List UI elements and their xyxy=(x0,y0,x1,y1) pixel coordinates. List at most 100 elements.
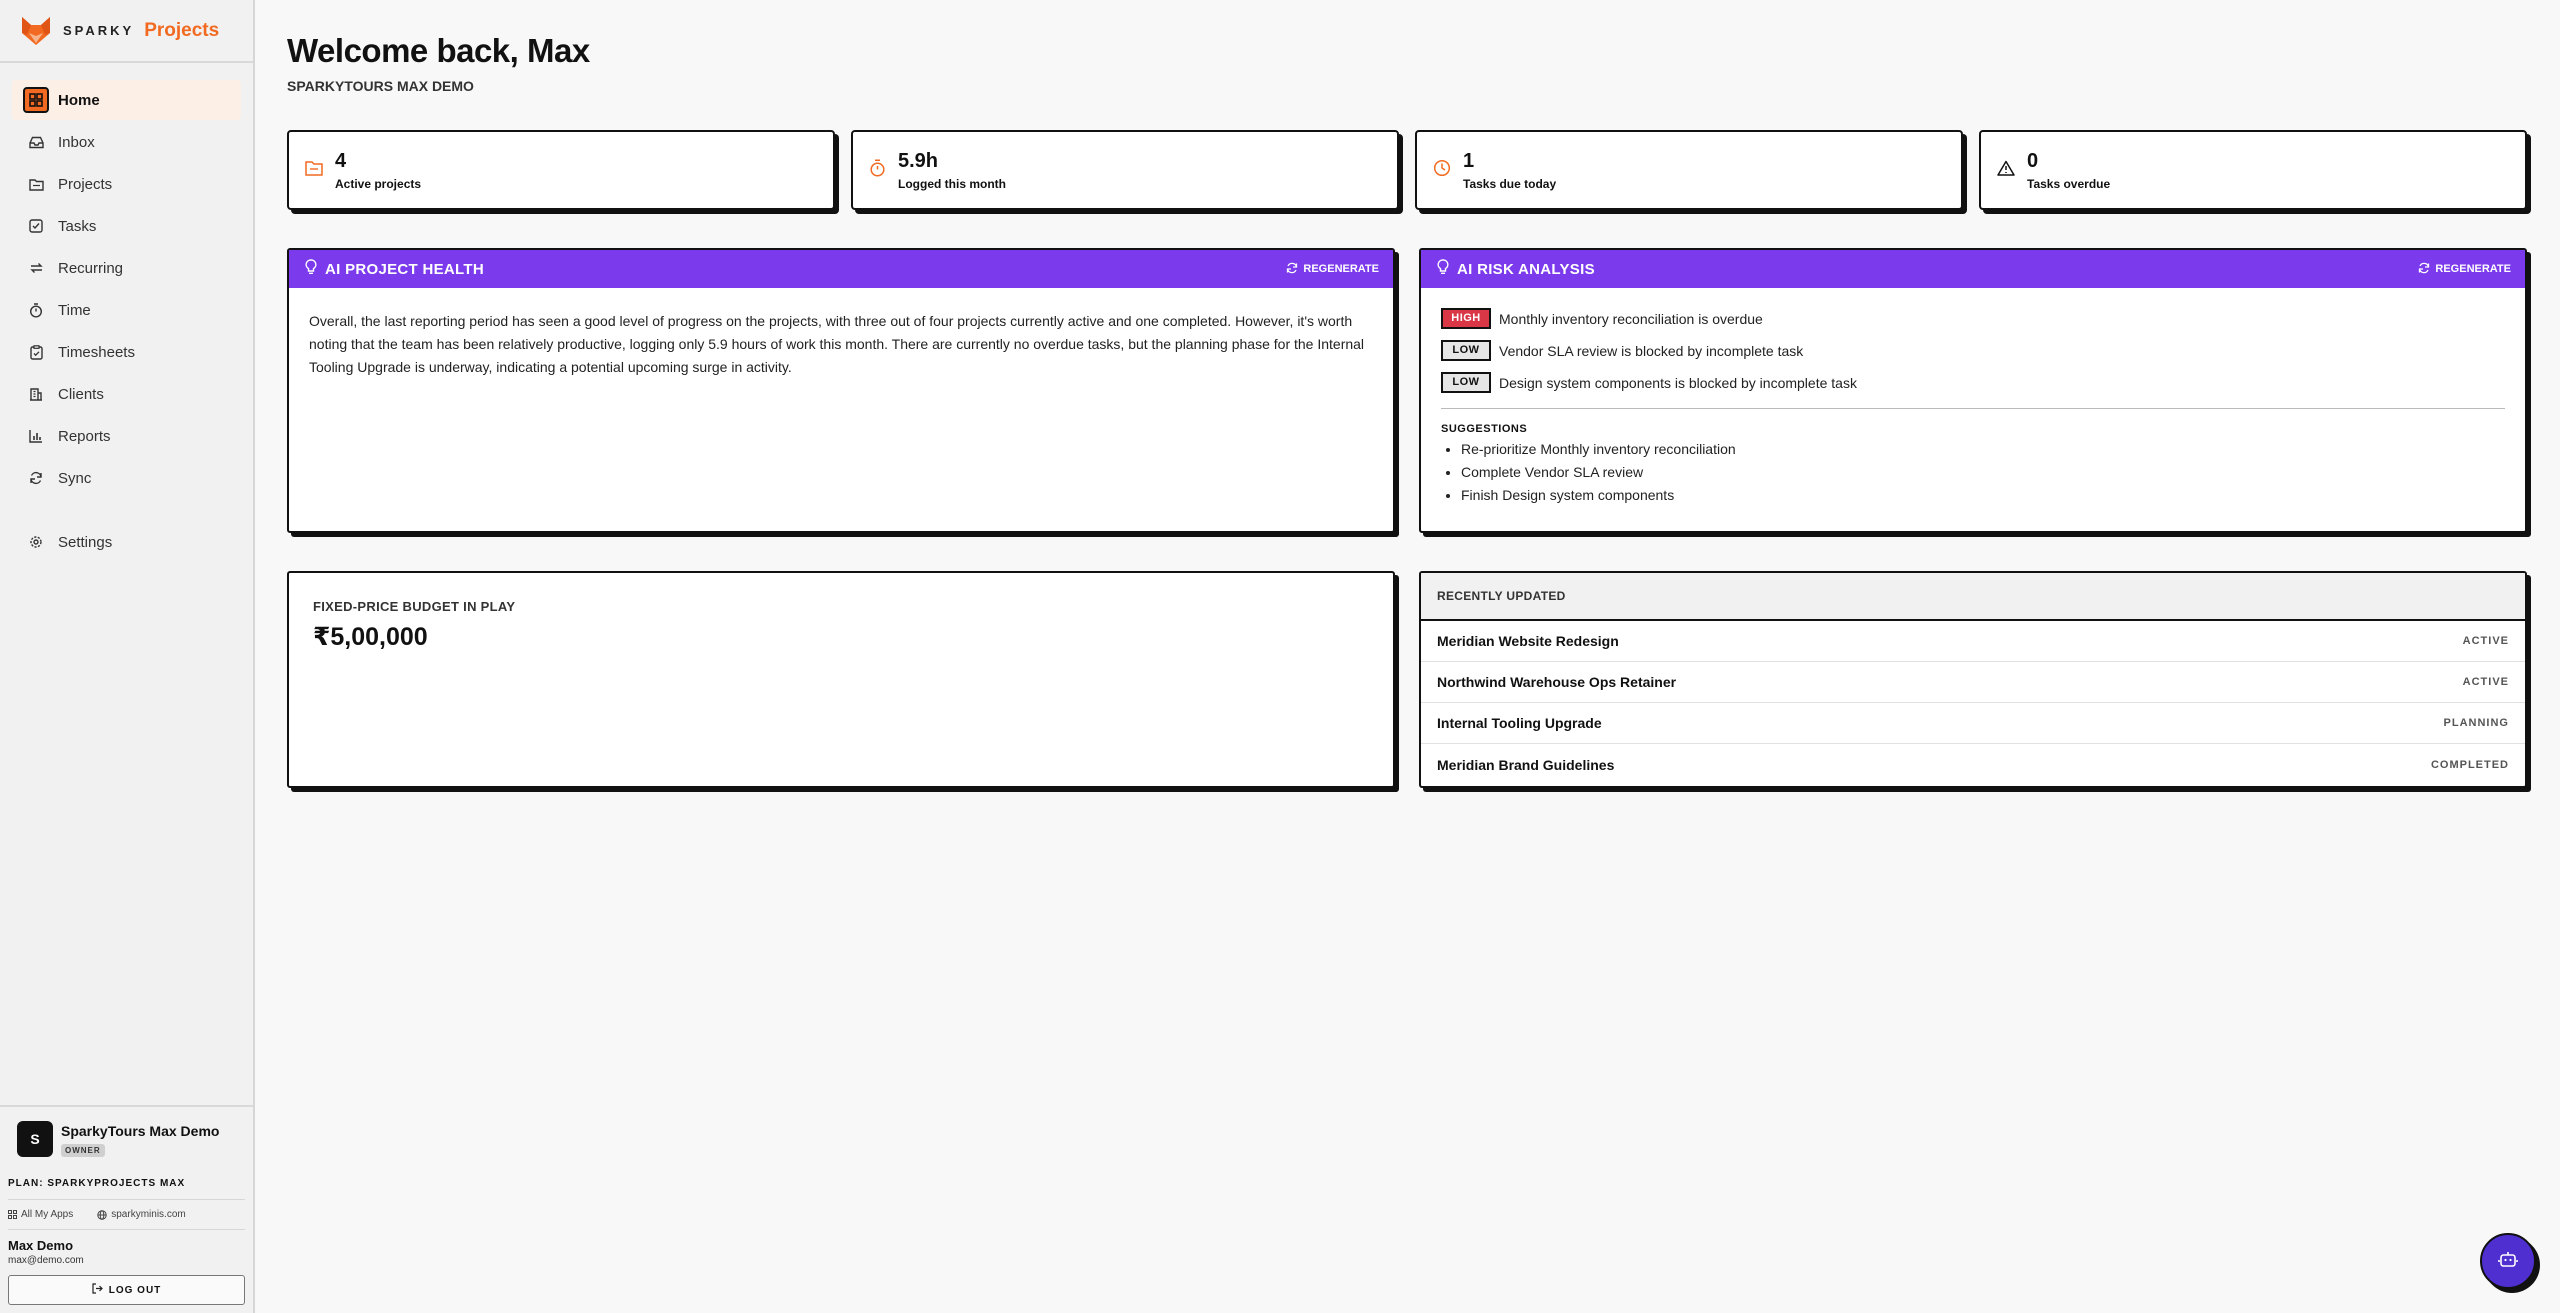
nav-label: Time xyxy=(58,301,91,319)
role-badge: OWNER xyxy=(61,1144,105,1157)
brand-product: Projects xyxy=(144,19,220,41)
stat-cards: 4 Active projects 5.9h Logged this month… xyxy=(287,130,2527,210)
project-status: ACTIVE xyxy=(2462,635,2509,647)
sparky-fox-logo-icon xyxy=(22,16,50,45)
budget-card: FIXED-PRICE BUDGET IN PLAY ₹5,00,000 xyxy=(287,571,1395,788)
budget-value: ₹5,00,000 xyxy=(313,623,428,651)
risk-text: Design system components is blocked by i… xyxy=(1499,374,1857,391)
all-apps-link[interactable]: All My Apps xyxy=(8,1209,85,1220)
nav-item-clients[interactable]: Clients xyxy=(12,374,241,414)
grid-icon xyxy=(8,1210,17,1219)
project-row[interactable]: Meridian Brand Guidelines COMPLETED xyxy=(1421,744,2525,785)
building-icon xyxy=(28,386,44,402)
suggestion-item: Finish Design system components xyxy=(1461,487,2505,503)
risk-body: HIGH Monthly inventory reconciliation is… xyxy=(1421,288,2525,530)
panel-title: AI PROJECT HEALTH xyxy=(325,260,484,278)
org-switcher[interactable]: S SparkyTours Max Demo OWNER xyxy=(8,1121,245,1158)
nav-item-sync[interactable]: Sync xyxy=(12,458,241,498)
project-name: Meridian Website Redesign xyxy=(1437,633,1619,649)
stat-card-logged-hours: 5.9h Logged this month xyxy=(851,130,1399,210)
suggestion-item: Re-prioritize Monthly inventory reconcil… xyxy=(1461,441,2505,457)
brand-name: SPARKY xyxy=(63,23,135,38)
nav-label: Settings xyxy=(58,533,113,551)
bar-chart-icon xyxy=(28,428,44,444)
nav-label: Recurring xyxy=(58,259,124,277)
nav-item-time[interactable]: Time xyxy=(12,290,241,330)
plan-label: PLAN: SPARKYPROJECTS MAX xyxy=(8,1178,245,1200)
stat-card-overdue: 0 Tasks overdue xyxy=(1979,130,2527,210)
stat-value: 4 xyxy=(335,149,347,172)
panel-title: AI RISK ANALYSIS xyxy=(1457,260,1595,278)
nav-item-reports[interactable]: Reports xyxy=(12,416,241,456)
stat-label: Active projects xyxy=(335,176,422,191)
ai-project-health-panel: AI PROJECT HEALTH REGENERATE Overall, th… xyxy=(287,248,1395,533)
main-nav: Home Inbox Projects Tasks Recurring Time… xyxy=(0,63,253,562)
nav-label: Inbox xyxy=(58,133,95,151)
user-name: Max Demo xyxy=(8,1238,74,1253)
nav-item-tasks[interactable]: Tasks xyxy=(12,206,241,246)
main-content: Welcome back, Max SPARKYTOURS MAX DEMO 4… xyxy=(287,0,2527,788)
recently-updated-panel: RECENTLY UPDATED Meridian Website Redesi… xyxy=(1419,571,2527,788)
nav-label: Tasks xyxy=(58,217,97,235)
repeat-icon xyxy=(28,260,44,276)
nav-item-recurring[interactable]: Recurring xyxy=(12,248,241,288)
avatar: S xyxy=(17,1121,53,1157)
footer-links: All My Apps sparkyminis.com xyxy=(8,1200,245,1230)
clock-icon xyxy=(1433,159,1451,182)
nav-label: Sync xyxy=(58,469,92,487)
logout-button[interactable]: LOG OUT xyxy=(8,1275,245,1305)
site-label: sparkyminis.com xyxy=(111,1209,186,1220)
folder-icon xyxy=(28,176,44,192)
stopwatch-icon xyxy=(869,158,886,182)
ai-risk-analysis-panel: AI RISK ANALYSIS REGENERATE HIGH Monthly… xyxy=(1419,248,2527,533)
clipboard-icon xyxy=(28,344,44,360)
risk-level-badge: LOW xyxy=(1441,372,1491,393)
project-name: Northwind Warehouse Ops Retainer xyxy=(1437,674,1677,690)
checkbox-icon xyxy=(28,218,44,234)
globe-icon xyxy=(97,1209,107,1220)
folder-icon xyxy=(305,160,323,181)
regenerate-label: REGENERATE xyxy=(1303,263,1379,275)
risk-item: LOW Design system components is blocked … xyxy=(1441,372,2505,393)
project-row[interactable]: Internal Tooling Upgrade PLANNING xyxy=(1421,703,2525,744)
page-title: Welcome back, Max xyxy=(287,32,590,69)
risk-text: Vendor SLA review is blocked by incomple… xyxy=(1499,342,1804,359)
site-link[interactable]: sparkyminis.com xyxy=(97,1209,197,1220)
gear-icon xyxy=(28,534,44,550)
nav-item-settings[interactable]: Settings xyxy=(12,522,241,562)
regenerate-button[interactable]: REGENERATE xyxy=(2418,262,2511,277)
nav-label: Projects xyxy=(58,175,113,193)
budget-label: FIXED-PRICE BUDGET IN PLAY xyxy=(313,599,516,614)
warning-icon xyxy=(1997,160,2015,181)
risk-level-badge: LOW xyxy=(1441,340,1491,361)
page-subtitle: SPARKYTOURS MAX DEMO xyxy=(287,78,474,94)
suggestions-list: Re-prioritize Monthly inventory reconcil… xyxy=(1441,441,2505,503)
nav-item-home[interactable]: Home xyxy=(12,80,241,120)
nav-item-inbox[interactable]: Inbox xyxy=(12,122,241,162)
project-status: COMPLETED xyxy=(2430,758,2509,771)
stat-label: Tasks overdue xyxy=(2027,176,2111,191)
nav-label: Home xyxy=(58,91,100,109)
project-row[interactable]: Northwind Warehouse Ops Retainer ACTIVE xyxy=(1421,662,2525,703)
sync-icon xyxy=(28,470,44,486)
project-status: ACTIVE xyxy=(2462,676,2509,688)
risk-level-badge: HIGH xyxy=(1441,308,1491,329)
assistant-button[interactable] xyxy=(2480,1233,2536,1289)
robot-icon xyxy=(2498,1250,2518,1273)
nav-label: Clients xyxy=(58,385,104,403)
stat-label: Logged this month xyxy=(898,176,1006,191)
divider xyxy=(1441,408,2505,409)
regenerate-button[interactable]: REGENERATE xyxy=(1286,262,1379,277)
suggestions-heading: SUGGESTIONS xyxy=(1441,423,1528,435)
all-apps-label: All My Apps xyxy=(21,1209,74,1220)
panel-header: AI RISK ANALYSIS REGENERATE xyxy=(1421,250,2525,288)
brand[interactable]: SPARKY Projects xyxy=(0,0,253,63)
logout-icon xyxy=(92,1283,103,1297)
nav-item-projects[interactable]: Projects xyxy=(12,164,241,204)
recent-heading: RECENTLY UPDATED xyxy=(1421,573,2525,621)
project-row[interactable]: Meridian Website Redesign ACTIVE xyxy=(1421,621,2525,662)
refresh-icon xyxy=(1286,262,1298,277)
org-name: SparkyTours Max Demo xyxy=(61,1123,220,1139)
nav-item-timesheets[interactable]: Timesheets xyxy=(12,332,241,372)
sidebar-footer: S SparkyTours Max Demo OWNER PLAN: SPARK… xyxy=(0,1105,253,1313)
